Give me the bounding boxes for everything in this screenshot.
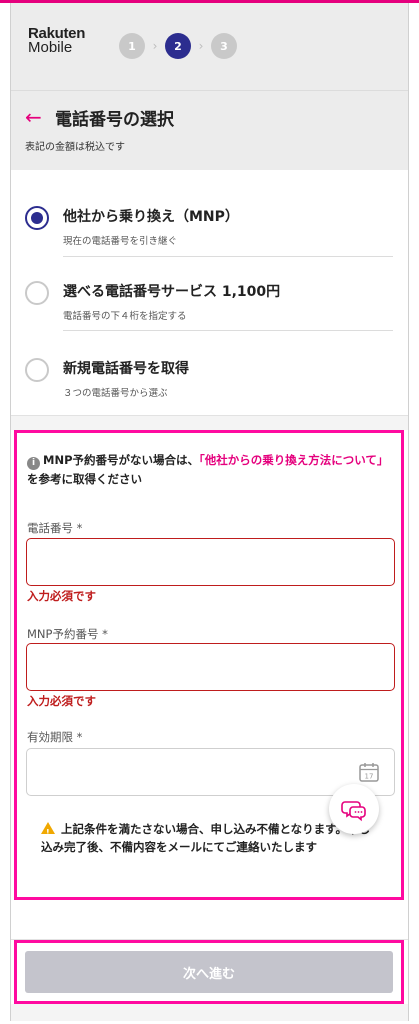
phone-label: 電話番号 * <box>27 521 83 535</box>
radio-mnp[interactable] <box>25 206 49 230</box>
info-suffix: を参考に取得ください <box>27 472 142 486</box>
step-3: 3 <box>211 33 237 59</box>
option-mnp[interactable]: 他社から乗り換え（MNP） 現在の電話番号を引き継ぐ <box>11 182 408 262</box>
number-options: 他社から乗り換え（MNP） 現在の電話番号を引き継ぐ 選べる電話番号サービス 1… <box>11 170 408 415</box>
app-header: Rakuten Mobile 1 › 2 › 3 <box>11 3 408 90</box>
mnp-howto-link[interactable]: 「他社からの乗り換え方法について」 <box>199 453 388 467</box>
info-icon: i <box>27 457 40 470</box>
info-prefix: MNP予約番号がない場合は、 <box>43 453 199 467</box>
option-title: 選べる電話番号サービス 1,100円 <box>63 284 281 300</box>
mnp-label: MNP予約番号 * <box>27 627 108 641</box>
option-divider <box>63 330 393 331</box>
mnp-error: 入力必須です <box>27 694 96 708</box>
option-new-number[interactable]: 新規電話番号を取得 ３つの電話番号から選ぶ <box>11 334 408 414</box>
option-subtitle: ３つの電話番号から選ぶ <box>63 388 168 399</box>
option-subtitle: 電話番号の下４桁を指定する <box>63 311 187 322</box>
chat-icon <box>341 801 366 822</box>
warning-icon <box>41 822 55 842</box>
chat-button[interactable] <box>329 784 379 834</box>
app-frame: Rakuten Mobile 1 › 2 › 3 ← 電話番号の選択 表記の金額… <box>0 0 419 1024</box>
rakuten-mobile-logo[interactable]: Rakuten Mobile <box>28 26 85 56</box>
step-2-current: 2 <box>165 33 191 59</box>
bottom-spacer <box>11 900 408 940</box>
chevron-right-icon: › <box>198 39 204 53</box>
mnp-info-text: i MNP予約番号がない場合は、「他社からの乗り換え方法について」を参考に取得くだ… <box>27 451 392 488</box>
phone-number-input[interactable] <box>26 538 395 586</box>
footer-spacer <box>11 1004 408 1021</box>
mnp-number-input[interactable] <box>26 643 395 691</box>
next-button-panel: 次へ進む <box>14 940 404 1004</box>
radio-choose-number[interactable] <box>25 281 49 305</box>
option-subtitle: 現在の電話番号を引き継ぐ <box>63 236 178 247</box>
tax-note: 表記の金額は税込です <box>25 142 125 153</box>
page-title-section: ← 電話番号の選択 表記の金額は税込です <box>11 90 408 170</box>
next-button[interactable]: 次へ進む <box>25 951 393 993</box>
chevron-right-icon: › <box>152 39 158 53</box>
calendar-icon[interactable]: 17 <box>358 761 380 783</box>
arrow-left-icon[interactable]: ← <box>25 105 42 129</box>
step-1: 1 <box>119 33 145 59</box>
expiry-label: 有効期限 * <box>27 730 83 744</box>
warning-text: 上記条件を満たさない場合、申し込み不備となります。申し込み完了後、不備内容をメー… <box>41 822 371 854</box>
svg-text:17: 17 <box>365 773 374 781</box>
warning-notice: 上記条件を満たさない場合、申し込み不備となります。申し込み完了後、不備内容をメー… <box>41 820 381 856</box>
phone-error: 入力必須です <box>27 589 96 603</box>
frame-border-right <box>408 3 409 1021</box>
page-title: 電話番号の選択 <box>55 110 174 130</box>
progress-steps: 1 › 2 › 3 <box>119 33 237 59</box>
logo-line-2: Mobile <box>28 39 73 56</box>
radio-new-number[interactable] <box>25 358 49 382</box>
option-title: 新規電話番号を取得 <box>63 361 189 377</box>
option-choose-number[interactable]: 選べる電話番号サービス 1,100円 電話番号の下４桁を指定する <box>11 257 408 337</box>
option-title: 他社から乗り換え（MNP） <box>63 209 239 225</box>
section-gap <box>11 415 408 430</box>
